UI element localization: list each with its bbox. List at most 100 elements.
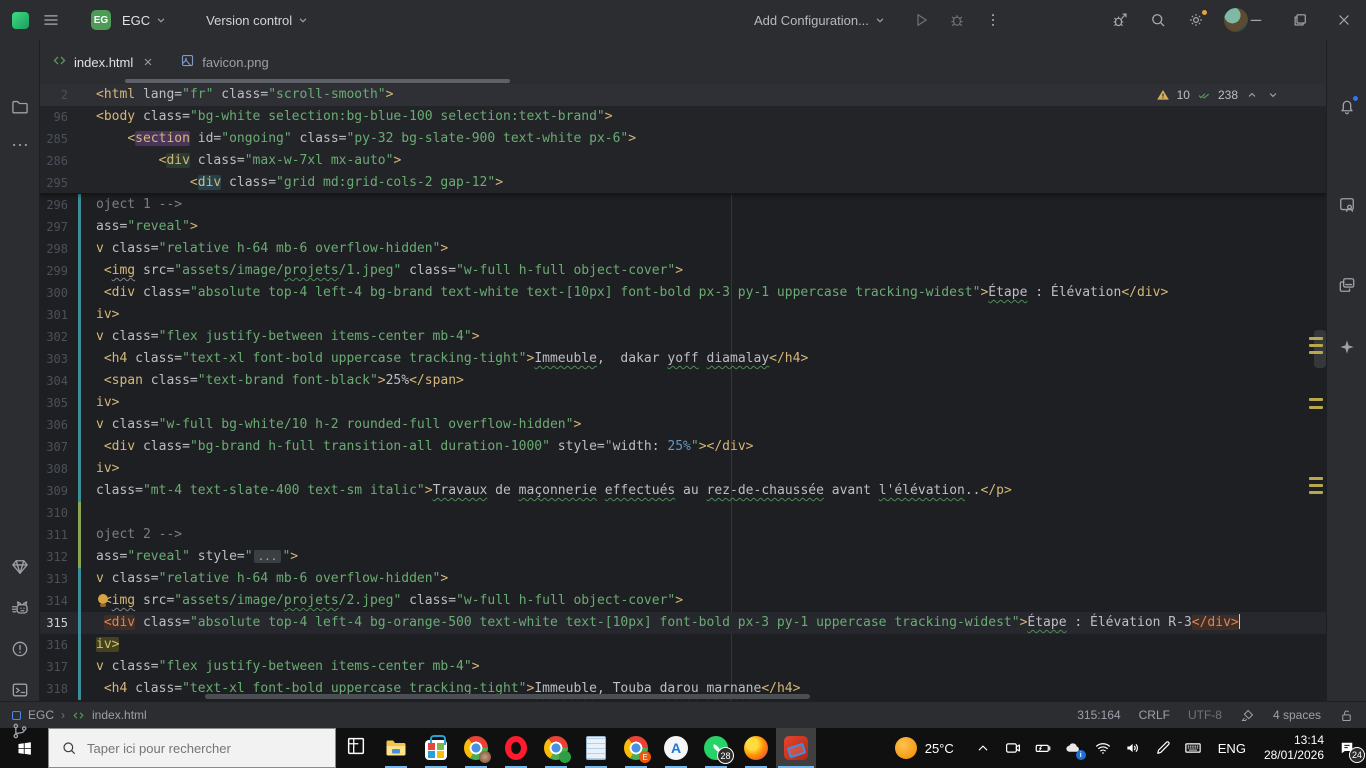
wifi-icon[interactable] xyxy=(1088,728,1118,768)
taskbar-app-firefox[interactable] xyxy=(736,728,776,768)
search-everywhere-button[interactable] xyxy=(1142,5,1174,35)
warning-stripe-mark[interactable] xyxy=(1309,344,1323,347)
warning-stripe-mark[interactable] xyxy=(1309,351,1323,354)
taskbar-app-snipping-tool[interactable] xyxy=(776,728,816,768)
more-actions-button[interactable] xyxy=(977,5,1009,35)
code-line[interactable]: 307 <div class="bg-brand h-full transiti… xyxy=(40,436,1326,458)
tool-button-terminal-icon[interactable] xyxy=(5,675,35,705)
caret-position[interactable]: 315:164 xyxy=(1077,708,1120,722)
intention-bulb-icon[interactable] xyxy=(98,594,108,607)
prev-problem-icon[interactable] xyxy=(1245,88,1259,102)
taskbar-app-opera[interactable] xyxy=(496,728,536,768)
sticky-line[interactable]: 96 <body class="bg-white selection:bg-blu… xyxy=(40,106,1326,128)
code-line[interactable]: 302 v class="flex justify-between items-c… xyxy=(40,326,1326,348)
code-line[interactable]: 309 class="mt-4 text-slate-400 text-sm it… xyxy=(40,480,1326,502)
code-line[interactable]: 304 <span class="text-brand font-black">… xyxy=(40,370,1326,392)
sticky-line[interactable]: 2 <html lang="fr" class="scroll-smooth"> xyxy=(40,84,1326,106)
code-line[interactable]: 301 iv> xyxy=(40,304,1326,326)
close-button[interactable] xyxy=(1322,0,1366,40)
code-line[interactable]: 308 iv> xyxy=(40,458,1326,480)
hidden-icons-button[interactable] xyxy=(968,728,998,768)
warning-stripe-mark[interactable] xyxy=(1309,337,1323,340)
language-indicator[interactable]: ENG xyxy=(1208,728,1256,768)
code-line[interactable]: 300 <div class="absolute top-4 left-4 bg… xyxy=(40,282,1326,304)
tab-favicon.png[interactable]: favicon.png xyxy=(168,40,281,84)
warning-stripe-mark[interactable] xyxy=(1309,477,1323,480)
taskbar-app-chrome-profile-3[interactable]: E xyxy=(616,728,656,768)
code-line[interactable]: 312 ass="reveal" style="... "> xyxy=(40,546,1326,568)
editor-horizontal-scrollbar[interactable] xyxy=(205,694,810,699)
code-editor[interactable]: 296 oject 1 --> 297 ass="reveal"> 298 v class… xyxy=(40,84,1326,701)
windows-ink-icon[interactable] xyxy=(1148,728,1178,768)
minimize-button[interactable] xyxy=(1234,0,1278,40)
taskbar-search[interactable] xyxy=(48,728,336,768)
project-selector[interactable]: EG EGC xyxy=(67,6,174,34)
taskbar-app-file-explorer[interactable] xyxy=(376,728,416,768)
tool-button-ai-sparkle-icon[interactable] xyxy=(1332,332,1362,362)
highlighting-level-icon[interactable] xyxy=(1240,708,1255,723)
taskbar-app-chrome-profile-1[interactable] xyxy=(456,728,496,768)
tool-button-layers-icon[interactable] xyxy=(1332,270,1362,300)
profiler-button[interactable] xyxy=(1104,5,1136,35)
meet-now-icon[interactable] xyxy=(998,728,1028,768)
warning-stripe-mark[interactable] xyxy=(1309,398,1323,401)
code-line[interactable]: 305 iv> xyxy=(40,392,1326,414)
maximize-button[interactable] xyxy=(1278,0,1322,40)
code-line[interactable]: 317 v class="flex justify-between items-c… xyxy=(40,656,1326,678)
action-center-button[interactable]: 24 xyxy=(1332,728,1366,768)
warning-stripe-mark[interactable] xyxy=(1309,484,1323,487)
warning-stripe-mark[interactable] xyxy=(1309,406,1323,409)
code-line[interactable]: 313 v class="relative h-64 mb-6 overflow-… xyxy=(40,568,1326,590)
volume-icon[interactable] xyxy=(1118,728,1148,768)
debug-button[interactable] xyxy=(941,5,973,35)
tool-button-gem-icon[interactable] xyxy=(5,552,35,582)
tool-button-device-preview-icon[interactable] xyxy=(1332,190,1362,220)
inspections-widget[interactable]: 10 238 xyxy=(1156,86,1280,104)
tool-button-cat-icon[interactable] xyxy=(5,593,35,623)
tool-button-more-icon[interactable] xyxy=(5,130,35,160)
run-button[interactable] xyxy=(905,5,937,35)
battery-icon[interactable] xyxy=(1028,728,1058,768)
sticky-line[interactable]: 286 <div class="max-w-7xl mx-auto"> xyxy=(40,150,1326,172)
code-line[interactable]: 299 <img src="assets/image/projets/1.jpe… xyxy=(40,260,1326,282)
weather-widget[interactable]: 25°C xyxy=(889,728,968,768)
editor-vertical-scrollbar[interactable] xyxy=(1314,330,1326,368)
main-menu-button[interactable] xyxy=(35,5,67,35)
tool-button-folder-icon[interactable] xyxy=(5,92,35,122)
code-line[interactable]: 315 <div class="absolute top-4 left-4 bg… xyxy=(40,612,1326,634)
code-line[interactable]: 296 oject 1 --> xyxy=(40,194,1326,216)
run-config-selector[interactable]: Add Configuration... xyxy=(748,9,893,32)
code-line[interactable]: 310 xyxy=(40,502,1326,524)
code-line[interactable]: 314 <img src="assets/image/projets/2.jpe… xyxy=(40,590,1326,612)
file-encoding[interactable]: UTF-8 xyxy=(1188,708,1222,722)
taskbar-app-app-circle-a[interactable]: A xyxy=(656,728,696,768)
code-line[interactable]: 298 v class="relative h-64 mb-6 overflow-… xyxy=(40,238,1326,260)
next-problem-icon[interactable] xyxy=(1266,88,1280,102)
onedrive-icon[interactable]: i xyxy=(1058,728,1088,768)
sticky-line[interactable]: 295 <div class="grid md:grid-cols-2 gap-… xyxy=(40,172,1326,194)
tab-index.html[interactable]: index.html xyxy=(40,40,168,84)
taskbar-app-notepad[interactable] xyxy=(576,728,616,768)
tool-button-problems-icon[interactable] xyxy=(5,634,35,664)
tool-button-git-branch-icon[interactable] xyxy=(5,716,35,746)
line-ending[interactable]: CRLF xyxy=(1139,708,1170,722)
vcs-widget[interactable]: Version control xyxy=(200,9,316,32)
code-line[interactable]: 303 <h4 class="text-xl font-bold upperca… xyxy=(40,348,1326,370)
unlock-icon[interactable] xyxy=(1339,708,1354,723)
tool-button-bell-icon[interactable] xyxy=(1332,92,1362,122)
taskbar-app-task-view[interactable] xyxy=(336,728,376,768)
taskbar-app-whatsapp[interactable]: 28 xyxy=(696,728,736,768)
taskbar-clock[interactable]: 13:14 28/01/2026 xyxy=(1256,728,1332,768)
taskbar-app-microsoft-store[interactable] xyxy=(416,728,456,768)
code-line[interactable]: 316 iv> xyxy=(40,634,1326,656)
taskbar-search-input[interactable] xyxy=(87,740,307,756)
taskbar-app-chrome-profile-2[interactable] xyxy=(536,728,576,768)
code-line[interactable]: 297 ass="reveal"> xyxy=(40,216,1326,238)
touch-keyboard-icon[interactable] xyxy=(1178,728,1208,768)
warning-stripe-mark[interactable] xyxy=(1309,491,1323,494)
code-line[interactable]: 306 v class="w-full bg-white/10 h-2 round… xyxy=(40,414,1326,436)
indent-size[interactable]: 4 spaces xyxy=(1273,708,1321,722)
code-line[interactable]: 311 oject 2 --> xyxy=(40,524,1326,546)
close-tab-icon[interactable] xyxy=(140,54,156,70)
sticky-line[interactable]: 285 <section id="ongoing" class="py-32 b… xyxy=(40,128,1326,150)
